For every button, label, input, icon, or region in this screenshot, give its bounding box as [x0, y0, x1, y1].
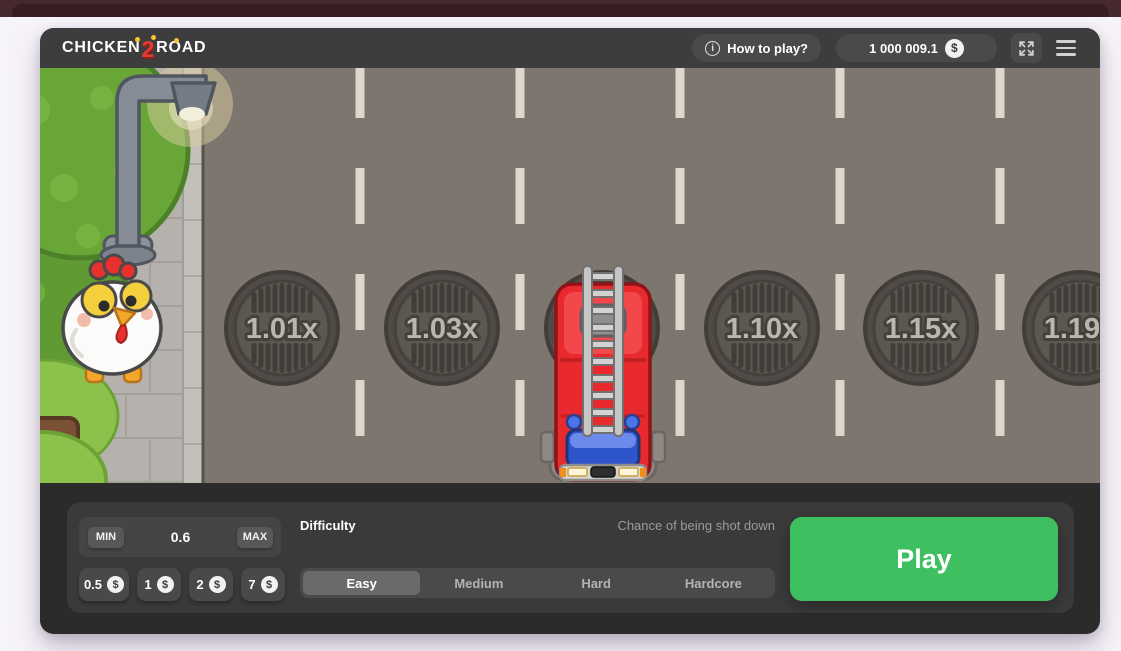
- quick-bet-1-button[interactable]: 1 $: [137, 568, 181, 601]
- control-panel: MIN 0.6 MAX 0.5 $ 1 $ 2 $ 7: [40, 483, 1100, 634]
- browser-window-edge: [0, 0, 1121, 17]
- game-header: CHICKEN2ROAD i How to play? 1 000 009.1 …: [40, 28, 1100, 68]
- bet-amount-value: 0.6: [124, 529, 237, 545]
- bet-max-button[interactable]: MAX: [237, 527, 273, 548]
- manhole-1.10x: 1.10x: [706, 272, 818, 384]
- hamburger-icon: [1056, 40, 1076, 43]
- balance-display: 1 000 009.1 $: [836, 34, 997, 62]
- bet-min-button[interactable]: MIN: [88, 527, 124, 548]
- browser-window-inner-edge: [12, 4, 1109, 17]
- difficulty-hard[interactable]: Hard: [538, 571, 655, 595]
- menu-button[interactable]: [1054, 36, 1078, 60]
- control-panel-inner: MIN 0.6 MAX 0.5 $ 1 $ 2 $ 7: [67, 502, 1074, 613]
- fullscreen-button[interactable]: [1011, 33, 1042, 63]
- balance-value: 1 000 009.1: [869, 41, 938, 56]
- difficulty-group: Difficulty Chance of being shot down Eas…: [300, 502, 775, 613]
- quick-bet-0.5-button[interactable]: 0.5 $: [79, 568, 129, 601]
- manhole-1.01x: 1.01x: [226, 272, 338, 384]
- quick-bet-row: 0.5 $ 1 $ 2 $ 7 $: [79, 568, 285, 601]
- svg-text:1.19x: 1.19x: [1044, 313, 1100, 345]
- how-to-play-button[interactable]: i How to play?: [692, 34, 821, 62]
- svg-text:1.10x: 1.10x: [726, 313, 799, 345]
- svg-text:1.03x: 1.03x: [406, 313, 479, 345]
- difficulty-label: Difficulty: [300, 518, 356, 533]
- manhole-1.03x: 1.03x: [386, 272, 498, 384]
- chance-of-shot-down-label: Chance of being shot down: [617, 518, 775, 533]
- game-scene: 1.01x 1.03x 1.10x 1.15x 1.19x: [40, 68, 1100, 483]
- info-icon: i: [705, 41, 720, 56]
- truck-mirror-left: [541, 432, 554, 462]
- logo-number-2: 2: [142, 36, 156, 63]
- game-scene-canvas: 1.01x 1.03x 1.10x 1.15x 1.19x: [40, 68, 1100, 483]
- logo-text-road: ROAD: [156, 39, 206, 57]
- manhole-1.15x: 1.15x: [865, 272, 977, 384]
- logo: CHICKEN2ROAD: [62, 35, 206, 62]
- expand-arrows-icon: [1019, 41, 1034, 56]
- truck-mirror-right: [652, 432, 665, 462]
- logo-decoration: [135, 37, 140, 42]
- how-to-play-label: How to play?: [727, 41, 808, 56]
- game-widget: CHICKEN2ROAD i How to play? 1 000 009.1 …: [40, 28, 1100, 634]
- logo-decoration: [151, 35, 156, 40]
- dollar-coin-icon: $: [107, 576, 124, 593]
- truck-beacon-left: [567, 415, 581, 429]
- logo-text-chicken: CHICKEN: [62, 39, 141, 57]
- play-button[interactable]: Play: [790, 517, 1058, 601]
- svg-text:1.01x: 1.01x: [246, 313, 319, 345]
- quick-bet-7-button[interactable]: 7 $: [241, 568, 285, 601]
- fire-truck: [541, 266, 665, 480]
- truck-beacon-right: [625, 415, 639, 429]
- dollar-coin-icon: $: [945, 39, 964, 58]
- dollar-coin-icon: $: [261, 576, 278, 593]
- difficulty-medium[interactable]: Medium: [420, 571, 537, 595]
- svg-text:1.15x: 1.15x: [885, 313, 958, 345]
- bet-amount-control: MIN 0.6 MAX: [79, 517, 281, 557]
- difficulty-selector: Easy Medium Hard Hardcore: [300, 568, 775, 598]
- quick-bet-2-button[interactable]: 2 $: [189, 568, 233, 601]
- dollar-coin-icon: $: [157, 576, 174, 593]
- page-background: { "header": { "logo": { "part1": "CHICKE…: [0, 0, 1121, 651]
- dollar-coin-icon: $: [209, 576, 226, 593]
- logo-decoration: [174, 38, 179, 43]
- difficulty-hardcore[interactable]: Hardcore: [655, 571, 772, 595]
- difficulty-easy[interactable]: Easy: [303, 571, 420, 595]
